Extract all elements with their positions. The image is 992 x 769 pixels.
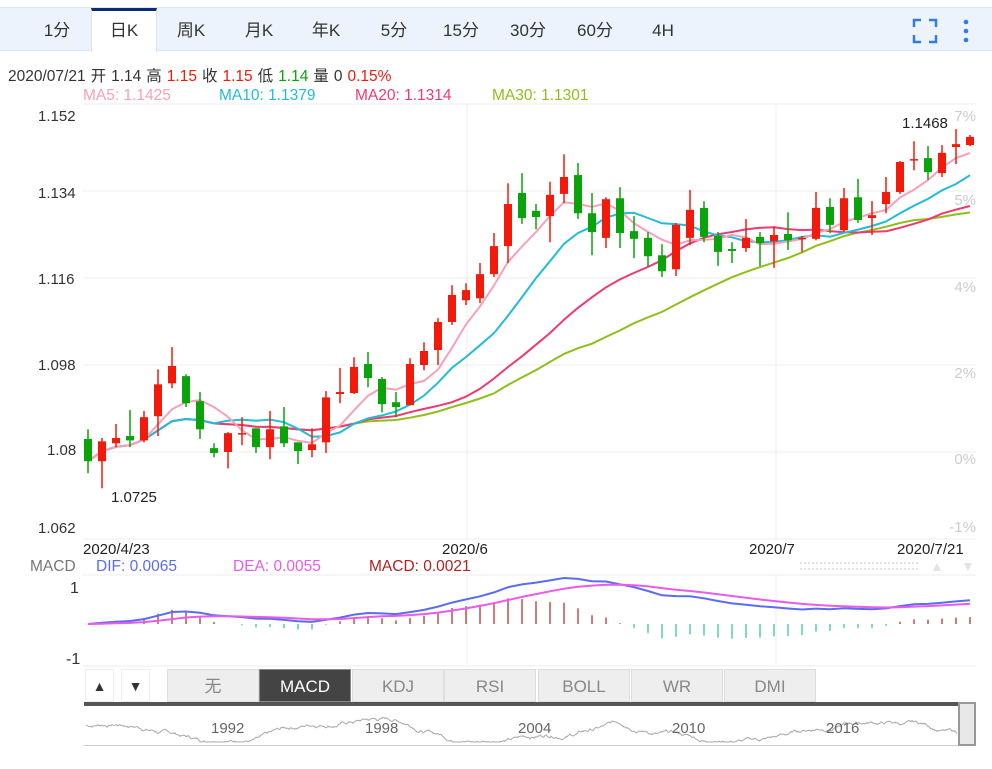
candle-up <box>546 194 554 217</box>
candle-up <box>154 384 162 417</box>
candle-down <box>364 364 372 379</box>
candle-up <box>112 437 120 444</box>
candle-up <box>266 429 274 448</box>
scroll-up-button[interactable]: ▲ <box>85 669 114 702</box>
candle-down <box>84 438 92 462</box>
candle-down <box>784 234 792 241</box>
candle-up <box>238 433 246 435</box>
candle-down <box>532 210 540 218</box>
candle-up <box>140 417 148 441</box>
candle-up <box>336 392 344 394</box>
candle-down <box>196 401 204 430</box>
candle-up <box>406 364 414 406</box>
navigator-year: 1998 <box>365 720 399 737</box>
scroll-down-button[interactable]: ▼ <box>121 669 150 702</box>
candle-up <box>812 207 820 239</box>
candle-down <box>252 428 260 448</box>
candle-down <box>826 206 834 225</box>
candle-down <box>700 207 708 237</box>
candle-down <box>280 426 288 444</box>
candle-down <box>630 231 638 239</box>
candle-down <box>714 235 722 252</box>
indicator-tab-kdj[interactable]: KDJ <box>352 669 444 702</box>
indicator-tab-rsi[interactable]: RSI <box>444 669 536 702</box>
candle-down <box>518 192 526 219</box>
candle-down <box>588 213 596 233</box>
navigator-year: 2004 <box>518 720 552 737</box>
indicator-tab-wr[interactable]: WR <box>631 669 723 702</box>
candle-up <box>910 159 918 161</box>
candle-down <box>182 376 190 404</box>
candle-up <box>896 162 904 192</box>
candle-down <box>574 175 582 214</box>
candle-down <box>126 436 134 441</box>
candle-down <box>924 158 932 173</box>
candle-up <box>742 237 750 249</box>
candle-up <box>448 294 456 322</box>
candle-down <box>658 255 666 272</box>
candle-up <box>770 234 778 242</box>
candle-up <box>560 176 568 194</box>
candle-up <box>224 433 232 452</box>
candle-up <box>504 204 512 247</box>
indicator-tab-none[interactable]: 无 <box>167 669 259 702</box>
candle-down <box>210 448 218 453</box>
ma10-line <box>87 174 971 463</box>
navigator-drag-handle[interactable] <box>958 702 976 746</box>
candle-up <box>840 198 848 231</box>
candle-up <box>420 350 428 365</box>
candle-up <box>98 441 106 462</box>
candle-up <box>798 237 806 240</box>
candle-down <box>616 198 624 234</box>
candle-up <box>462 290 470 301</box>
candle-down <box>644 237 652 257</box>
candle-up <box>868 215 876 219</box>
candle-up <box>350 366 358 394</box>
candle-down <box>294 442 302 452</box>
candle-down <box>854 197 862 220</box>
candle-up <box>490 246 498 275</box>
candle-up <box>476 274 484 299</box>
navigator-year: 2010 <box>672 720 706 737</box>
candle-down <box>728 249 736 251</box>
candle-up <box>434 321 442 351</box>
dea-line <box>87 583 971 625</box>
candle-up <box>938 152 946 174</box>
candle-up <box>308 444 316 451</box>
candle-down <box>378 379 386 405</box>
candle-up <box>966 136 974 146</box>
ma5-line <box>87 152 971 463</box>
candle-up <box>168 365 176 384</box>
chart-canvas <box>83 103 976 743</box>
candle-up <box>322 397 330 443</box>
navigator-year: 1992 <box>211 720 245 737</box>
indicator-tab-macd[interactable]: MACD <box>259 669 351 702</box>
indicator-tab-boll[interactable]: BOLL <box>538 669 630 702</box>
candle-up <box>686 209 694 238</box>
candle-up <box>602 199 610 238</box>
indicator-tab-dmi[interactable]: DMI <box>724 669 816 702</box>
candle-up <box>882 191 890 205</box>
candle-up <box>672 224 680 270</box>
candle-down <box>756 236 764 244</box>
candle-down <box>392 402 400 408</box>
candle-up <box>952 144 960 148</box>
navigator-year: 2016 <box>826 720 860 737</box>
